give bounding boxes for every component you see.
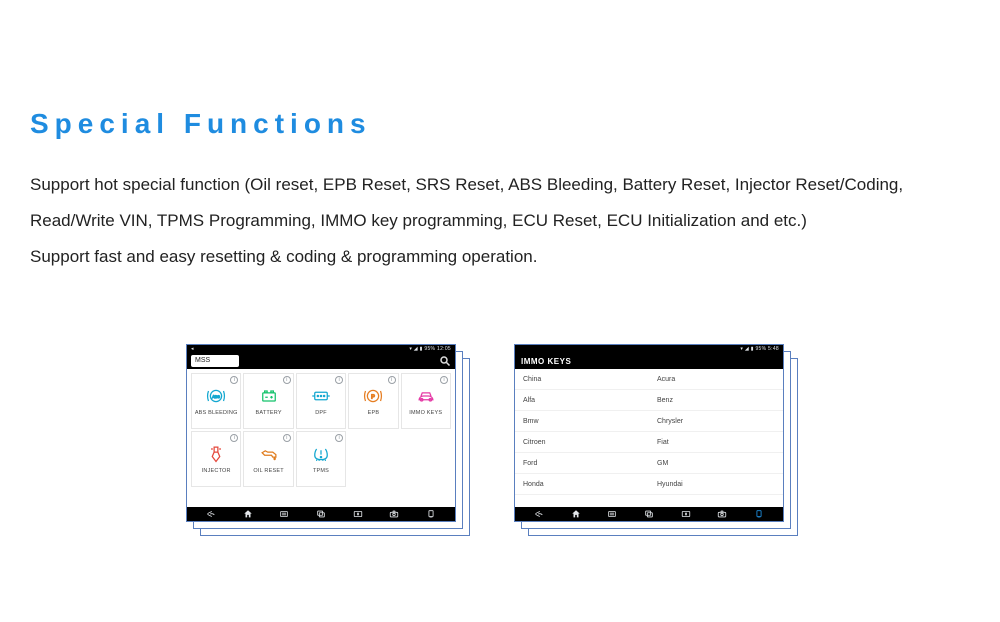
nav-back-icon[interactable]	[204, 509, 218, 519]
nav-back-icon[interactable]	[532, 509, 546, 519]
nav-screenshot-icon[interactable]	[679, 509, 693, 519]
search-top-bar: MSS	[187, 353, 455, 369]
injector-icon	[206, 444, 226, 464]
tablet-functions: ◂ ▾ ◢ ▮ 95% 12:05 MSS i ABS ABS BLEEDING	[186, 344, 456, 522]
nav-vci-icon[interactable]	[424, 509, 438, 519]
brand-item[interactable]: GM	[649, 453, 783, 474]
tile-dpf[interactable]: i DPF	[296, 373, 346, 429]
brand-item[interactable]: Chrysler	[649, 411, 783, 432]
tile-label: ABS BLEEDING	[195, 410, 238, 416]
status-right: ▾ ◢ ▮ 95% 12:05	[409, 346, 451, 352]
tile-tpms[interactable]: i TPMS	[296, 431, 346, 487]
description-line-1: Support hot special function (Oil reset,…	[30, 168, 970, 202]
description-line-3: Support fast and easy resetting & coding…	[30, 240, 970, 274]
battery-icon	[259, 386, 279, 406]
info-icon[interactable]: i	[230, 376, 238, 384]
tile-label: BATTERY	[255, 410, 281, 416]
immo-keys-icon	[416, 386, 436, 406]
nav-home-icon[interactable]	[241, 509, 255, 519]
page-title: Special Functions	[30, 108, 372, 140]
tile-abs-bleeding[interactable]: i ABS ABS BLEEDING	[191, 373, 241, 429]
tile-label: TPMS	[313, 468, 329, 474]
description-block: Support hot special function (Oil reset,…	[30, 168, 970, 276]
nav-menu-icon[interactable]	[277, 509, 291, 519]
tablet-immo-stack: ▾ ◢ ▮ 95% 5:48 IMMO KEYS China Acura Alf…	[514, 344, 784, 522]
brand-list-area: China Acura Alfa Benz Bmw Chrysler Citro…	[515, 369, 783, 507]
info-icon[interactable]: i	[440, 376, 448, 384]
nav-screenshot-icon[interactable]	[351, 509, 365, 519]
brand-item[interactable]: Honda	[515, 474, 649, 495]
search-icon[interactable]	[439, 355, 451, 367]
search-input[interactable]: MSS	[191, 355, 239, 367]
screen-title-bar: IMMO KEYS	[515, 353, 783, 369]
tpms-icon	[311, 444, 331, 464]
tile-oil-reset[interactable]: i OIL RESET	[243, 431, 293, 487]
info-icon[interactable]: i	[283, 434, 291, 442]
brand-item[interactable]: China	[515, 369, 649, 390]
tile-injector[interactable]: i INJECTOR	[191, 431, 241, 487]
epb-icon: P	[363, 386, 383, 406]
nav-recent-icon[interactable]	[642, 509, 656, 519]
brand-table: China Acura Alfa Benz Bmw Chrysler Citro…	[515, 369, 783, 495]
android-nav-bar	[515, 507, 783, 521]
tablet-functions-stack: ◂ ▾ ◢ ▮ 95% 12:05 MSS i ABS ABS BLEEDING	[186, 344, 456, 522]
tile-label: OIL RESET	[253, 468, 283, 474]
tile-epb[interactable]: i P EPB	[348, 373, 398, 429]
oil-reset-icon	[259, 444, 279, 464]
empty-tile	[348, 431, 398, 487]
brand-item[interactable]: Alfa	[515, 390, 649, 411]
info-icon[interactable]: i	[335, 434, 343, 442]
tile-label: EPB	[368, 410, 380, 416]
brand-item[interactable]: Bmw	[515, 411, 649, 432]
svg-text:ABS: ABS	[212, 395, 220, 399]
brand-item[interactable]: Fiat	[649, 432, 783, 453]
info-icon[interactable]: i	[388, 376, 396, 384]
tile-battery[interactable]: i BATTERY	[243, 373, 293, 429]
nav-camera-icon[interactable]	[387, 509, 401, 519]
tile-label: DPF	[315, 410, 327, 416]
svg-text:P: P	[372, 395, 376, 401]
abs-icon: ABS	[206, 386, 226, 406]
info-icon[interactable]: i	[283, 376, 291, 384]
nav-recent-icon[interactable]	[314, 509, 328, 519]
nav-home-icon[interactable]	[569, 509, 583, 519]
status-right: ▾ ◢ ▮ 95% 5:48	[740, 346, 779, 352]
tile-label: IMMO KEYS	[409, 410, 442, 416]
nav-menu-icon[interactable]	[605, 509, 619, 519]
screen-title: IMMO KEYS	[521, 357, 571, 366]
brand-item[interactable]: Benz	[649, 390, 783, 411]
tile-immo-keys[interactable]: i IMMO KEYS	[401, 373, 451, 429]
dpf-icon	[311, 386, 331, 406]
info-icon[interactable]: i	[230, 434, 238, 442]
android-nav-bar	[187, 507, 455, 521]
brand-item[interactable]: Acura	[649, 369, 783, 390]
brand-item[interactable]: Ford	[515, 453, 649, 474]
android-status-bar: ▾ ◢ ▮ 95% 5:48	[515, 345, 783, 353]
functions-area: i ABS ABS BLEEDING i BATTERY i	[187, 369, 455, 507]
android-status-bar: ◂ ▾ ◢ ▮ 95% 12:05	[187, 345, 455, 353]
info-icon[interactable]: i	[335, 376, 343, 384]
tile-label: INJECTOR	[202, 468, 231, 474]
nav-vci-icon[interactable]	[752, 509, 766, 519]
empty-tile	[401, 431, 451, 487]
brand-item[interactable]: Hyundai	[649, 474, 783, 495]
functions-grid: i ABS ABS BLEEDING i BATTERY i	[187, 369, 455, 491]
tablet-immo: ▾ ◢ ▮ 95% 5:48 IMMO KEYS China Acura Alf…	[514, 344, 784, 522]
nav-camera-icon[interactable]	[715, 509, 729, 519]
description-line-2: Read/Write VIN, TPMS Programming, IMMO k…	[30, 204, 970, 238]
brand-item[interactable]: Citroen	[515, 432, 649, 453]
status-left: ◂	[191, 346, 194, 352]
